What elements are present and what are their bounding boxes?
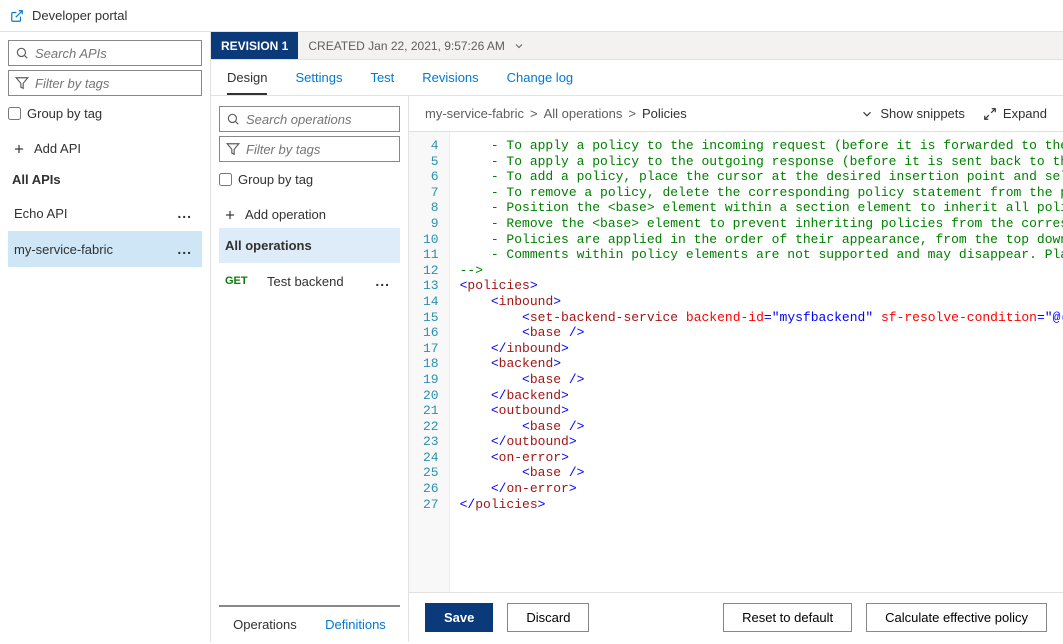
revision-created: CREATED Jan 22, 2021, 9:57:26 AM	[308, 39, 505, 53]
reset-to-default-button[interactable]: Reset to default	[723, 603, 852, 632]
ops-group-by-tag-checkbox[interactable]	[219, 173, 232, 186]
filter-tags-input[interactable]	[35, 76, 195, 91]
plus-icon	[223, 208, 237, 222]
chevron-down-icon	[860, 107, 874, 121]
more-icon[interactable]: ...	[173, 241, 196, 257]
ops-bottom-tabs: Operations Definitions	[219, 605, 400, 642]
api-item[interactable]: my-service-fabric...	[8, 231, 202, 267]
tab-design[interactable]: Design	[227, 70, 267, 95]
search-icon	[15, 46, 29, 60]
calculate-effective-policy-button[interactable]: Calculate effective policy	[866, 603, 1047, 632]
operation-item[interactable]: GET Test backend...	[219, 263, 400, 299]
api-item[interactable]: Echo API...	[8, 195, 202, 231]
more-icon[interactable]: ...	[371, 273, 394, 289]
policy-editor: my-service-fabric > All operations > Policie…	[409, 96, 1063, 642]
expand-label: Expand	[1003, 106, 1047, 121]
group-by-tag[interactable]: Group by tag	[8, 106, 202, 121]
api-sidebar: Group by tag Add API All APIs Echo API..…	[0, 32, 211, 642]
line-gutter: 4567891011121314151617181920212223242526…	[409, 132, 450, 592]
operation-verb: GET	[225, 275, 257, 287]
ops-group-by-tag-label: Group by tag	[238, 172, 313, 187]
breadcrumb-item[interactable]: All operations	[544, 106, 623, 121]
breadcrumb-item: Policies	[642, 106, 687, 121]
add-operation-label: Add operation	[245, 207, 326, 222]
revision-meta[interactable]: CREATED Jan 22, 2021, 9:57:26 AM	[298, 32, 535, 59]
add-api-button[interactable]: Add API	[8, 135, 202, 162]
code-content[interactable]: - To apply a policy to the incoming requ…	[450, 132, 1063, 592]
topbar-title[interactable]: Developer portal	[32, 8, 127, 23]
api-item-label: Echo API	[14, 206, 67, 221]
tabs: Design Settings Test Revisions Change log	[211, 60, 1063, 96]
all-operations-label: All operations	[225, 238, 312, 253]
filter-icon	[226, 142, 240, 156]
add-operation-button[interactable]: Add operation	[219, 201, 400, 228]
search-apis[interactable]	[8, 40, 202, 66]
group-by-tag-checkbox[interactable]	[8, 107, 21, 120]
group-by-tag-label: Group by tag	[27, 106, 102, 121]
filter-icon	[15, 76, 29, 90]
filter-operations-input[interactable]	[246, 142, 393, 157]
tab-change-log[interactable]: Change log	[507, 70, 574, 95]
search-operations[interactable]	[219, 106, 400, 132]
search-icon	[226, 112, 240, 126]
external-link-icon	[10, 9, 24, 23]
topbar: Developer portal	[0, 0, 1063, 32]
api-item-label: my-service-fabric	[14, 242, 113, 257]
tab-test[interactable]: Test	[370, 70, 394, 95]
more-icon[interactable]: ...	[173, 205, 196, 221]
save-button[interactable]: Save	[425, 603, 493, 632]
definitions-tab[interactable]: Definitions	[325, 617, 386, 632]
all-operations-item[interactable]: All operations	[219, 228, 400, 263]
add-api-label: Add API	[34, 141, 81, 156]
breadcrumb-separator: >	[628, 106, 636, 121]
revision-badge[interactable]: REVISION 1	[211, 32, 298, 59]
plus-icon	[12, 142, 26, 156]
expand-icon	[983, 107, 997, 121]
code-editor[interactable]: 4567891011121314151617181920212223242526…	[409, 131, 1063, 592]
search-apis-input[interactable]	[35, 46, 195, 61]
ops-group-by-tag[interactable]: Group by tag	[219, 172, 400, 187]
show-snippets-button[interactable]: Show snippets	[860, 106, 965, 121]
revision-bar: REVISION 1 CREATED Jan 22, 2021, 9:57:26…	[211, 32, 1063, 60]
filter-tags[interactable]	[8, 70, 202, 96]
editor-button-bar: Save Discard Reset to default Calculate …	[409, 592, 1063, 642]
operations-sidebar: Group by tag Add operation All operation…	[211, 96, 409, 642]
expand-button[interactable]: Expand	[983, 106, 1047, 121]
breadcrumb: my-service-fabric > All operations > Policie…	[425, 106, 687, 121]
search-operations-input[interactable]	[246, 112, 393, 127]
operation-name: Test backend	[267, 274, 361, 289]
filter-operations-tags[interactable]	[219, 136, 400, 162]
operations-tab[interactable]: Operations	[233, 617, 297, 632]
breadcrumb-item[interactable]: my-service-fabric	[425, 106, 524, 121]
all-apis-heading[interactable]: All APIs	[8, 162, 202, 195]
breadcrumb-separator: >	[530, 106, 538, 121]
show-snippets-label: Show snippets	[880, 106, 965, 121]
chevron-down-icon	[513, 40, 525, 52]
tab-settings[interactable]: Settings	[295, 70, 342, 95]
discard-button[interactable]: Discard	[507, 603, 589, 632]
tab-revisions[interactable]: Revisions	[422, 70, 478, 95]
